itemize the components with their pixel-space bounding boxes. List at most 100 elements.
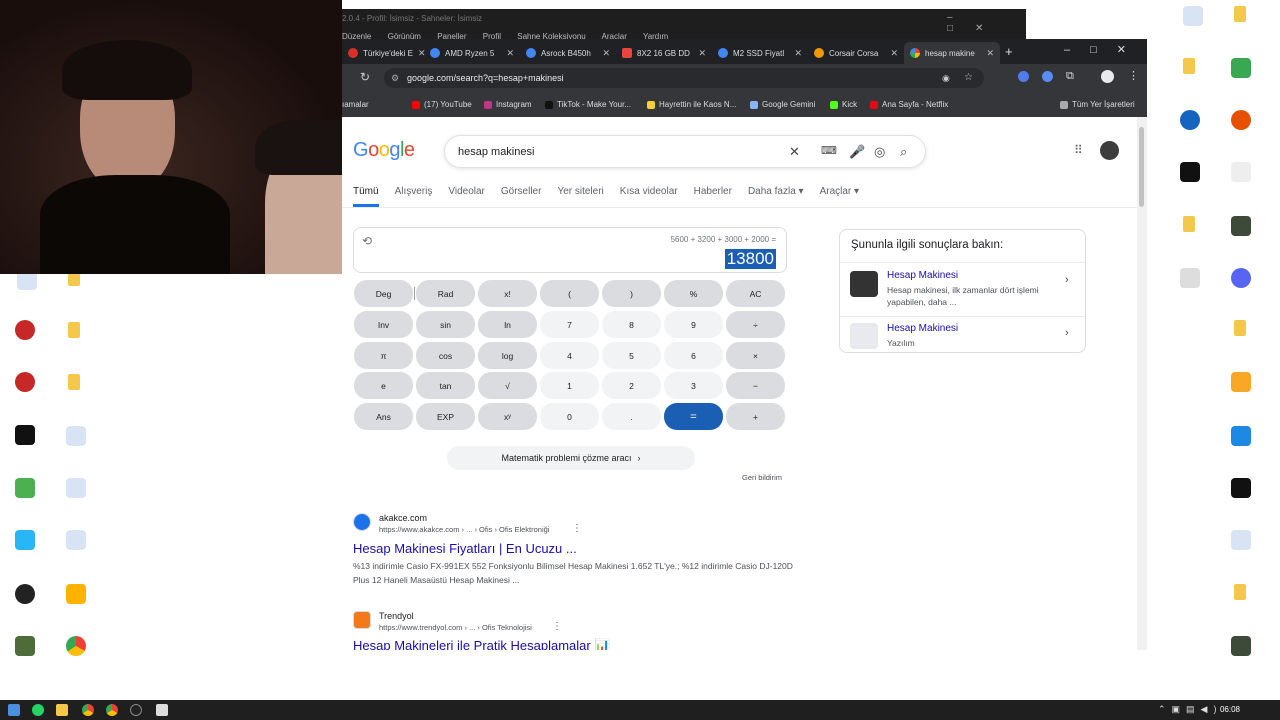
app-icon[interactable]: [1231, 372, 1251, 392]
calc-key[interactable]: 9: [664, 311, 723, 338]
calc-key[interactable]: 8: [602, 311, 661, 338]
site-info-icon[interactable]: ⚙: [391, 68, 399, 88]
folder-icon[interactable]: [68, 322, 80, 338]
extensions-puzzle-icon[interactable]: ⧉: [1066, 70, 1074, 83]
calc-key[interactable]: 7: [540, 311, 599, 338]
calc-key[interactable]: cos: [416, 342, 475, 369]
system-tray[interactable]: ⌃▣▤◀): [1158, 704, 1222, 715]
extension-icon[interactable]: [1018, 71, 1029, 82]
calc-key[interactable]: 6: [664, 342, 723, 369]
app-icon[interactable]: [1231, 58, 1251, 78]
browser-tab[interactable]: 8X2 16 GB DD ✕: [616, 42, 712, 64]
calc-key[interactable]: 0: [540, 403, 599, 430]
close-icon[interactable]: ✕: [794, 48, 802, 59]
result-url[interactable]: https://www.trendyol.com › ... › Ofis Te…: [379, 623, 532, 632]
app-icon[interactable]: [15, 636, 35, 656]
tab-news[interactable]: Haberler: [694, 186, 732, 207]
calc-key[interactable]: 2: [602, 372, 661, 399]
bookmark-item[interactable]: Google Gemini: [750, 100, 815, 109]
kebab-menu-icon[interactable]: ⋮: [1128, 69, 1139, 82]
calc-key[interactable]: tan: [416, 372, 475, 399]
folder-icon[interactable]: [1183, 58, 1195, 74]
discord-icon[interactable]: [1231, 268, 1251, 288]
calc-key[interactable]: 5: [602, 342, 661, 369]
tab-videos[interactable]: Videolar: [448, 186, 485, 207]
tab-all[interactable]: Tümü: [353, 186, 379, 207]
tab-places[interactable]: Yer siteleri: [557, 186, 603, 207]
more-options-icon[interactable]: ⋮: [552, 621, 562, 632]
apps-grid-icon[interactable]: ⠿: [1074, 143, 1083, 157]
calc-key[interactable]: .: [602, 403, 661, 430]
calc-key[interactable]: 1: [540, 372, 599, 399]
calc-key[interactable]: ×: [726, 342, 785, 369]
account-avatar[interactable]: [1100, 141, 1119, 160]
related-item[interactable]: Hesap Makinesi Hesap makinesi, ilk zaman…: [840, 262, 1085, 316]
app-icon[interactable]: [1180, 162, 1200, 182]
folder-icon[interactable]: [68, 374, 80, 390]
calc-key[interactable]: ÷: [726, 311, 785, 338]
close-icon[interactable]: ✕: [602, 48, 610, 59]
game-icon[interactable]: [1231, 216, 1251, 236]
feedback-link[interactable]: Geri bildirim: [742, 473, 782, 482]
file-icon[interactable]: [66, 530, 86, 550]
browser-tab[interactable]: M2 SSD Fiyatl ✕: [712, 42, 808, 64]
calc-key[interactable]: −: [726, 372, 785, 399]
calc-key[interactable]: Deg: [354, 280, 413, 307]
epic-games-icon[interactable]: [15, 425, 35, 445]
calc-key[interactable]: Inv: [354, 311, 413, 338]
start-icon[interactable]: [8, 704, 20, 716]
search-icon[interactable]: ⌕: [900, 144, 907, 160]
browser-tab[interactable]: Asrock B450h ✕: [520, 42, 616, 64]
google-logo[interactable]: Google: [353, 139, 415, 162]
explorer-icon[interactable]: [56, 704, 68, 716]
calc-key[interactable]: ln: [478, 311, 537, 338]
file-icon[interactable]: [66, 426, 86, 446]
close-icon[interactable]: ✕: [506, 48, 514, 59]
calc-key[interactable]: 4: [540, 342, 599, 369]
whatsapp-icon[interactable]: [32, 704, 44, 716]
close-icon[interactable]: ✕: [890, 48, 898, 59]
browser-tab[interactable]: Türkiye'deki E ✕: [342, 42, 426, 64]
all-bookmarks[interactable]: Tüm Yer İşaretleri: [1060, 100, 1135, 109]
calc-key[interactable]: sin: [416, 311, 475, 338]
calc-key[interactable]: Rad: [416, 280, 475, 307]
result-url[interactable]: https://www.akakce.com › ... › Ofis › Of…: [379, 525, 549, 534]
new-tab-icon[interactable]: +: [1005, 44, 1013, 59]
media-icon[interactable]: [1180, 268, 1200, 288]
result-title[interactable]: Hesap Makineleri ile Pratik Hesaplamalar…: [353, 638, 611, 650]
calc-key[interactable]: =: [664, 403, 723, 430]
calc-key[interactable]: π: [354, 342, 413, 369]
star-icon[interactable]: ☆: [964, 68, 973, 88]
calc-key[interactable]: +: [726, 403, 785, 430]
tab-shopping[interactable]: Alışveriş: [395, 186, 433, 207]
rockstar-icon[interactable]: [66, 584, 86, 604]
file-icon[interactable]: [1231, 530, 1251, 550]
file-icon[interactable]: [1183, 6, 1203, 26]
minecraft-icon[interactable]: [15, 478, 35, 498]
close-icon[interactable]: ✕: [986, 48, 994, 59]
calc-key[interactable]: x!: [478, 280, 537, 307]
folder-icon[interactable]: [1234, 320, 1246, 336]
calc-key[interactable]: 3: [664, 372, 723, 399]
obs-icon[interactable]: [130, 704, 142, 716]
chrome-icon[interactable]: [106, 704, 118, 716]
teamviewer-icon[interactable]: [1180, 110, 1200, 130]
calc-key[interactable]: %: [664, 280, 723, 307]
scrollbar[interactable]: [1137, 117, 1147, 650]
folder-icon[interactable]: [1234, 6, 1246, 22]
history-icon[interactable]: ⟲: [362, 234, 372, 248]
math-solver-button[interactable]: Matematik problemi çözme aracı ›: [447, 446, 695, 470]
tab-short-videos[interactable]: Kısa videolar: [620, 186, 678, 207]
search-input[interactable]: hesap makinesi: [458, 146, 534, 158]
bookmark-item[interactable]: ıamalar: [342, 100, 369, 109]
calc-result[interactable]: 13800: [724, 249, 776, 269]
scrollbar-thumb[interactable]: [1139, 127, 1144, 207]
browser-tab[interactable]: Corsair Corsa ✕: [808, 42, 904, 64]
close-icon[interactable]: ✕: [698, 48, 706, 59]
app-icon[interactable]: [1231, 110, 1251, 130]
reload-icon[interactable]: ↻: [360, 70, 370, 84]
bookmark-item[interactable]: Hayrettin ile Kaos N...: [647, 100, 736, 109]
browser-tab-active[interactable]: hesap makine ✕: [904, 42, 1000, 64]
omnibox[interactable]: ⚙ google.com/search?q=hesap+makinesi ☆ ◉: [384, 68, 984, 88]
file-icon[interactable]: [1231, 162, 1251, 182]
